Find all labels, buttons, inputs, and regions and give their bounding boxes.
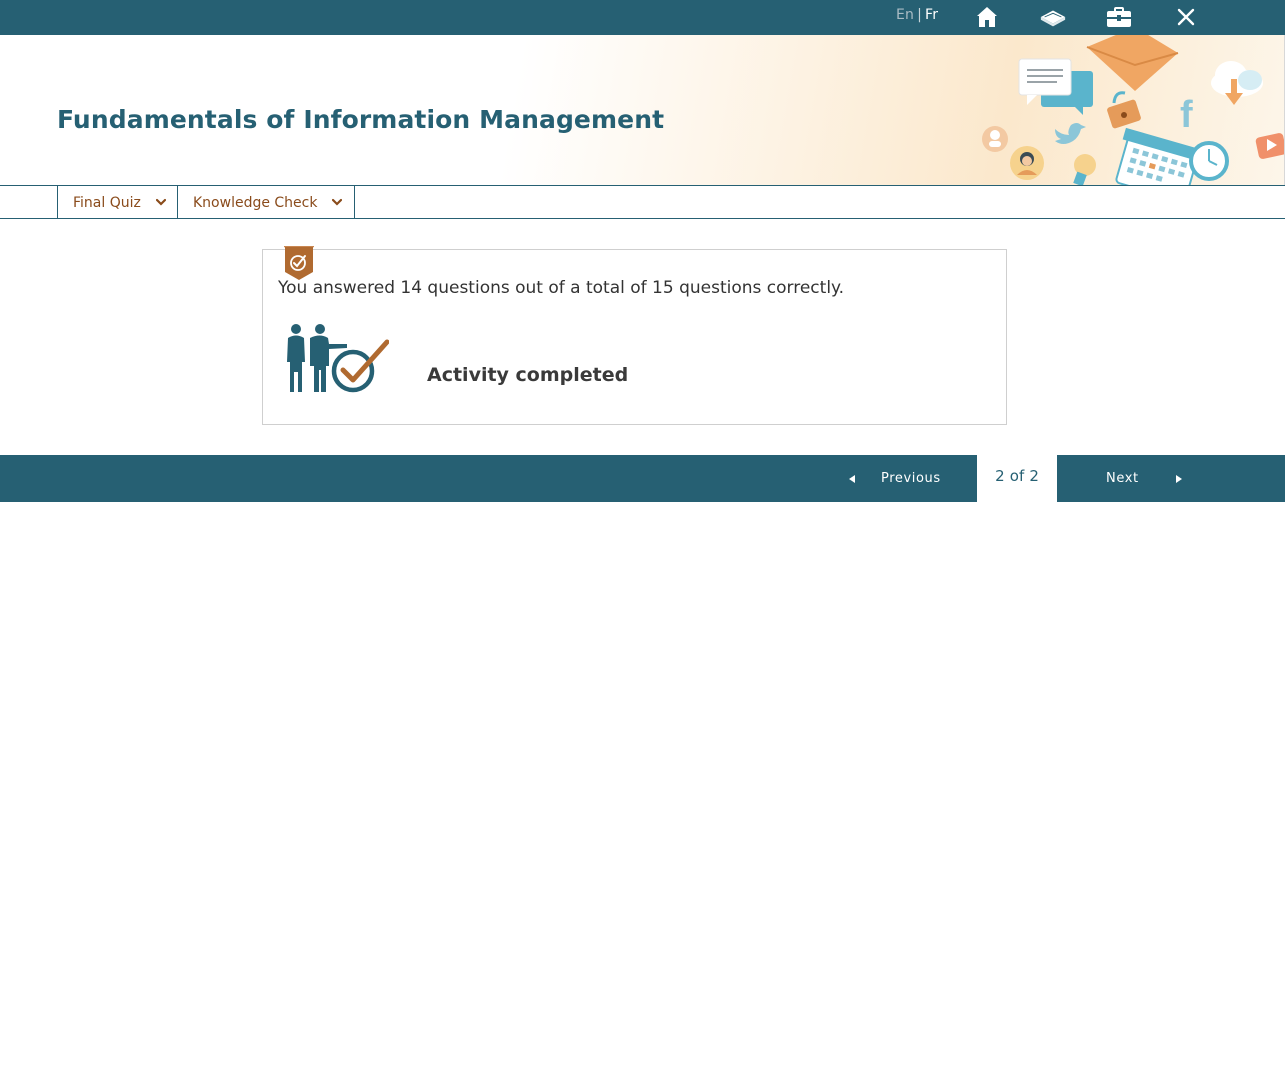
nav-menu-label: Final Quiz	[73, 194, 141, 211]
previous-button[interactable]: Previous	[840, 455, 977, 502]
home-icon	[977, 7, 997, 27]
page-current: 2	[995, 466, 1005, 485]
chevron-down-icon	[332, 198, 342, 206]
calendar-icon	[1115, 127, 1199, 185]
top-bar: En | Fr	[0, 0, 1285, 35]
avatar-icon	[1010, 146, 1044, 180]
chevron-down-icon	[156, 198, 166, 206]
glossary-button[interactable]	[1039, 3, 1067, 31]
close-icon	[1177, 8, 1195, 26]
avatar-icon	[982, 126, 1008, 152]
nav-menu-knowledge-check[interactable]: Knowledge Check	[177, 186, 355, 219]
page-of-text: of	[1009, 466, 1025, 485]
nav-menu-label: Knowledge Check	[193, 194, 318, 211]
language-en-link[interactable]: En	[896, 7, 914, 23]
score-message: You answered 14 questions out of a total…	[278, 278, 845, 298]
chat-bubble-icon	[1018, 58, 1093, 115]
triangle-left-icon	[849, 475, 855, 483]
course-title: Fundamentals of Information Management	[57, 105, 665, 134]
language-switcher: En | Fr	[896, 7, 938, 23]
toolbox-icon	[1107, 7, 1131, 27]
section-nav-bar: Final Quiz Knowledge Check	[0, 185, 1285, 219]
banner-decoration-illustration: f	[982, 35, 1284, 185]
video-play-icon	[1255, 133, 1284, 159]
people-checkmark-icon	[287, 324, 389, 393]
home-button[interactable]	[973, 3, 1001, 31]
lock-icon	[1107, 91, 1141, 129]
close-button[interactable]	[1172, 3, 1200, 31]
facebook-icon: f	[1180, 94, 1193, 136]
nav-menu-final-quiz[interactable]: Final Quiz	[57, 186, 178, 219]
page-total: 2	[1029, 466, 1039, 485]
next-button[interactable]: Next	[1057, 455, 1197, 502]
twitter-icon	[1055, 123, 1086, 144]
glossary-book-icon	[1040, 10, 1066, 27]
envelope-icon	[1086, 35, 1179, 91]
completion-badge-icon	[284, 246, 314, 280]
previous-label: Previous	[881, 471, 941, 486]
page-counter: 2 of 2	[977, 455, 1057, 502]
triangle-right-icon	[1176, 475, 1182, 483]
lightbulb-icon	[1073, 154, 1096, 185]
toolbox-button[interactable]	[1105, 3, 1133, 31]
language-fr-link[interactable]: Fr	[925, 7, 938, 23]
activity-status: Activity completed	[427, 364, 629, 386]
page-footer-nav: Previous 2 of 2 Next	[0, 455, 1285, 502]
next-label: Next	[1106, 471, 1139, 486]
cloud-download-icon	[1211, 61, 1263, 105]
course-banner: Fundamentals of Information Management f	[0, 35, 1285, 185]
language-separator: |	[917, 7, 923, 23]
clock-icon	[1189, 141, 1229, 181]
